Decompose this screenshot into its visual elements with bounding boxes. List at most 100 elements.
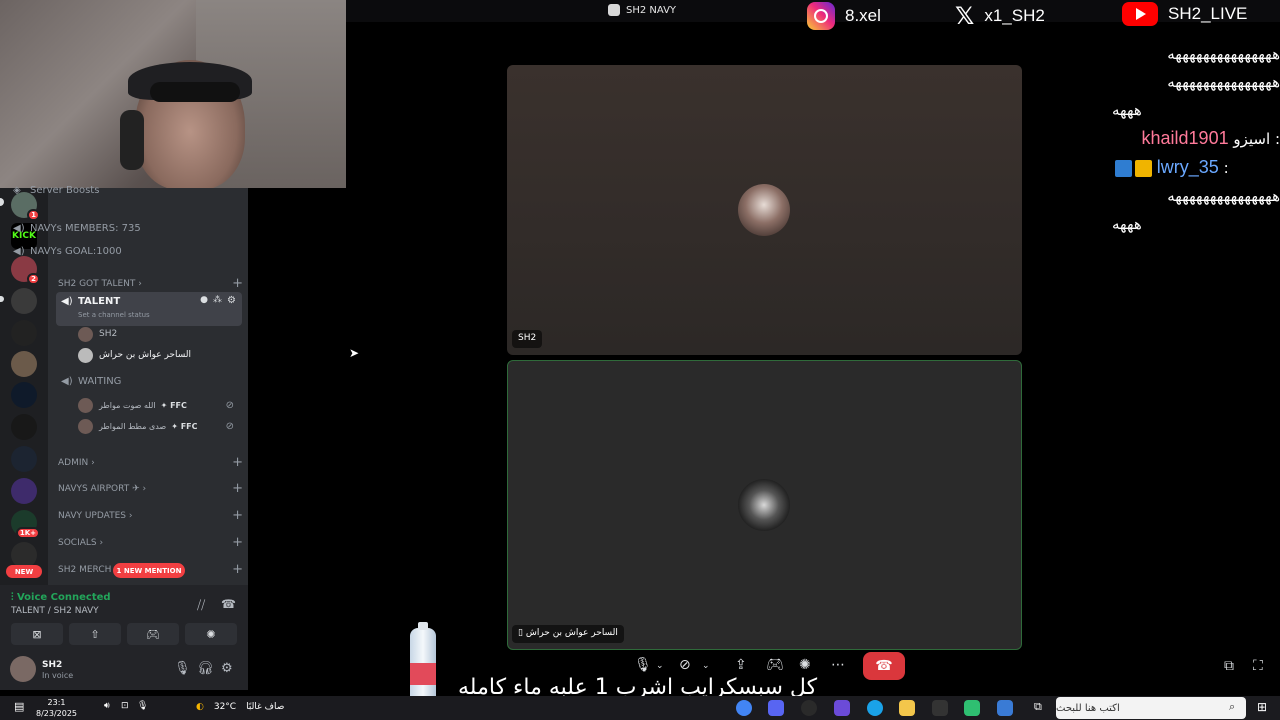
voice-member[interactable]: صدى مطط المواطر ✦ FFC ⊘ [78,416,238,436]
copilot-icon[interactable] [997,700,1013,716]
taskbar-search[interactable]: اكتب هنا للبحث [1056,697,1246,719]
chevron-down-icon[interactable]: ⌄ [702,661,710,671]
x-logo-icon: 𝕏 [955,2,975,30]
windows-start-icon[interactable]: ⊞ [1257,700,1267,714]
noise-suppression-icon[interactable]: ⧸⧸ [197,598,205,613]
discord-icon[interactable] [768,700,784,716]
network-icon[interactable]: ⊡ [121,701,129,711]
notification-icon[interactable]: ▤ [14,700,24,713]
add-channel-icon[interactable]: + [232,455,243,470]
category-updates[interactable]: NAVY UPDATES › + [58,508,243,523]
app-icon[interactable] [834,700,850,716]
gamepad-icon[interactable]: 🎮︎ [766,657,784,673]
activity-button[interactable]: 🎮︎ [127,623,179,645]
server-icon-5[interactable] [11,320,37,346]
fullscreen-icon[interactable]: ⛶ [1253,658,1263,674]
soundboard-button[interactable]: ✺ [185,623,237,645]
server-icon-10[interactable] [11,478,37,504]
channel-label: WAITING [78,375,122,387]
popout-icon[interactable]: ⧉ [1224,658,1234,674]
channel-label: TALENT [78,296,121,307]
screen-share-button[interactable]: ⇧ [69,623,121,645]
category-admin[interactable]: ADMIN › + [58,455,243,470]
clock-date: 8/23/2025 [36,709,78,718]
gear-icon[interactable]: ⚙ [227,295,236,306]
avatar [78,347,93,363]
volume-icon[interactable]: 🔊︎ [104,701,110,711]
youtube-handle: SH2_LIVE [1168,4,1248,23]
video-off-icon[interactable]: ⊘ [679,657,691,673]
category-got-talent[interactable]: SH2 GOT TALENT › + [58,276,243,291]
deafened-icon: ⊘ [225,420,234,432]
crown-badge-icon [1135,160,1152,177]
add-channel-icon[interactable]: + [232,562,243,577]
gamepad-icon: 🎮︎ [146,627,160,641]
voice-connected-status[interactable]: ⫶ Voice Connected [11,592,111,603]
taskbar-clock[interactable]: 23:1 8/23/2025 [36,697,77,719]
channel-server-boosts[interactable]: ◈ Server Boosts [8,179,194,201]
epic-games-icon[interactable] [932,700,948,716]
category-label: ADMIN [58,457,89,468]
speaker-icon: ◀) [61,375,73,387]
channel-goal[interactable]: ◀) NAVYs GOAL:1000 [8,240,194,262]
camera-off-button[interactable]: ⊠ [11,623,63,645]
cursor-icon: ➤ [349,346,360,360]
folder-icon[interactable] [899,700,915,716]
server-icon-4[interactable] [11,288,37,314]
soundboard-icon[interactable]: ✺ [799,657,811,673]
member-name: الله صوت مواطر [99,400,156,410]
voice-member[interactable]: SH2 [78,324,238,344]
speaker-icon: ◀) [13,222,25,234]
play-store-icon[interactable] [964,700,980,716]
voice-member[interactable]: الله صوت مواطر ✦ FFC ⊘ [78,395,238,415]
new-servers-badge[interactable]: NEW [6,565,42,578]
avatar [78,326,93,342]
server-icon-6[interactable] [11,351,37,377]
add-channel-icon[interactable]: + [232,276,243,291]
obs-icon[interactable] [801,700,817,716]
invite-icon[interactable]: ⁂ [213,295,222,305]
server-icon-11[interactable]: 1K+ [11,510,40,539]
voice-member[interactable]: الساحر عواش بن حراش [78,345,238,365]
server-icon-9[interactable] [11,446,37,472]
chat-bubble-icon[interactable]: ● [200,295,208,305]
chat-author-row: khaild1901 اسيزو : [1112,124,1280,153]
channel-status-placeholder[interactable]: Set a channel status [78,311,150,319]
verified-badge-icon [1115,160,1132,177]
user-status: In voice [42,671,74,680]
microphone-icon[interactable]: 🎙︎ [137,701,148,711]
microphone-icon[interactable]: 🎙︎ [634,657,652,673]
gear-icon[interactable]: ⚙ [221,661,233,676]
chrome-icon[interactable] [736,700,752,716]
server-icon-7[interactable] [11,382,37,408]
server-badge: 1K+ [15,527,40,539]
member-name: صدى مطط المواطر [99,421,167,431]
category-socials[interactable]: SOCIALS › + [58,535,243,550]
add-channel-icon[interactable]: + [232,508,243,523]
add-channel-icon[interactable]: + [232,481,243,496]
add-channel-icon[interactable]: + [232,535,243,550]
chat-overlay: هههههههههههههههه هههههههههههههههه هههه k… [1112,40,1280,238]
chat-author-row: lwry_35 : [1112,153,1280,182]
channel-waiting[interactable]: ◀) WAITING [56,370,242,392]
channel-talent[interactable]: ◀) TALENT Set a channel status ⚙ ⁂ ● [56,292,242,326]
hang-up-button[interactable]: ☎ [863,652,905,680]
server-icon-8[interactable] [11,414,37,440]
tile-name-label: SH2 [512,330,543,348]
weather-desc: صاف غالبًا [246,702,285,712]
category-airport[interactable]: NAVYS AIRPORT ✈ › + [58,481,243,496]
chat-prefix: اسيزو : [1233,130,1280,148]
disconnect-icon[interactable]: ☎ [221,597,236,611]
microphone-icon[interactable]: 🎙︎ [174,661,191,676]
weather-widget[interactable]: ◐ 32°C صاف غالبًا [196,702,284,712]
new-mention-badge[interactable]: 1 NEW MENTION [113,563,185,578]
headphones-icon[interactable]: 🎧︎ [197,661,214,676]
screen-share-icon[interactable]: ⇪ [735,657,747,673]
chevron-down-icon[interactable]: ⌄ [656,661,664,671]
more-options-icon[interactable]: ⋯ [831,657,845,673]
edge-icon[interactable] [867,700,883,716]
channel-members-count[interactable]: ◀) NAVYs MEMBERS: 735 [8,217,194,239]
chat-message: هههه [1112,215,1142,233]
avatar[interactable] [10,656,36,682]
task-view-icon[interactable]: ⧉ [1034,700,1042,714]
